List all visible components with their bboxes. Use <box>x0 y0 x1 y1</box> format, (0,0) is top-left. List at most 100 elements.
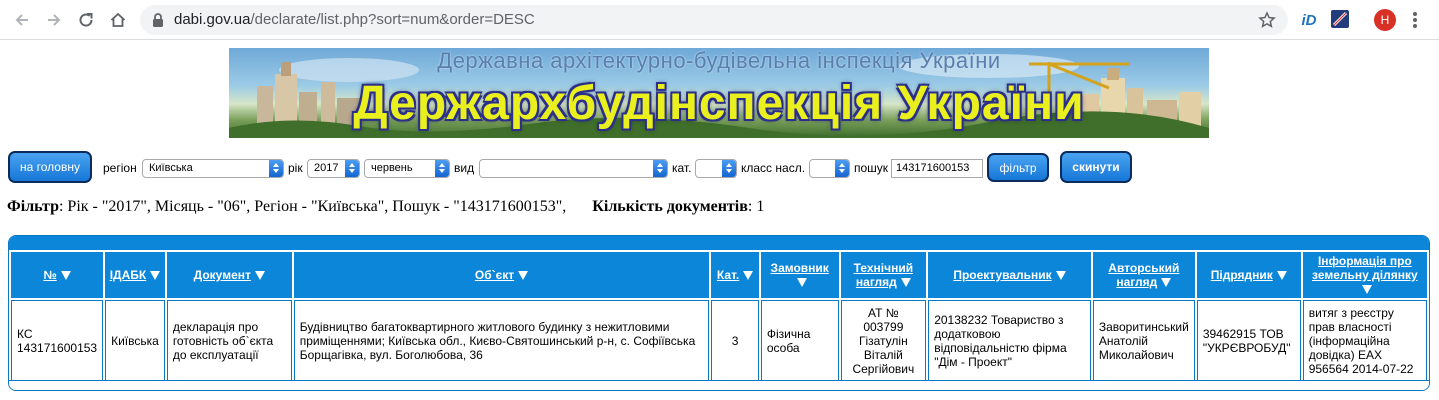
reload-icon <box>79 13 93 27</box>
home-button[interactable] <box>106 8 130 32</box>
table-bottom-bar <box>9 380 1429 390</box>
search-label: пошук <box>854 161 889 175</box>
search-input[interactable]: 143171600153 <box>891 159 983 178</box>
column-header-label[interactable]: Об`єкт <box>475 268 514 282</box>
filter-summary-label: Фільтр <box>7 198 59 215</box>
column-header-label[interactable]: Документ <box>194 268 251 282</box>
reload-button[interactable] <box>74 8 98 32</box>
column-header-document[interactable]: Документ <box>166 252 292 298</box>
banner-title: Держархбудінспекція України <box>353 77 1085 130</box>
table-top-bar <box>9 236 1429 250</box>
category-select[interactable] <box>695 159 737 178</box>
column-header-land-info[interactable]: Інформація про земельну ділянку <box>1302 252 1427 298</box>
chevron-updown-icon <box>835 160 849 177</box>
month-select-value: червень <box>371 162 413 174</box>
column-header-label[interactable]: Проектувальник <box>953 268 1051 282</box>
year-label: рік <box>288 161 303 175</box>
back-button[interactable] <box>10 8 34 32</box>
arrow-right-icon <box>48 14 61 26</box>
category-label: кат. <box>672 161 692 175</box>
arrow-left-icon <box>15 14 28 26</box>
sort-down-icon[interactable] <box>1055 271 1066 281</box>
region-label: регіон <box>103 161 137 175</box>
cell-contractor: 39462915 ТОВ "УКРЄВРОБУД" <box>1196 300 1301 382</box>
year-select[interactable]: 2017 <box>307 159 360 178</box>
filter-summary-text: : Рік - "2017", Місяць - "06", Регіон - … <box>58 198 567 215</box>
url-path: /declarate/list.php?sort=num&order=DESC <box>250 11 535 28</box>
sort-down-icon[interactable] <box>796 278 807 288</box>
region-select-value: Київська <box>149 162 193 174</box>
home-page-button[interactable]: на головну <box>8 151 92 183</box>
class-select[interactable] <box>809 159 850 178</box>
column-header-author-supervision[interactable]: Авторський нагляд <box>1092 252 1195 298</box>
sort-down-icon[interactable] <box>900 278 911 288</box>
forward-button[interactable] <box>42 8 66 32</box>
banner-subtitle: Державна архітектурно-будівельна інспекц… <box>437 48 1001 73</box>
declarations-table: № ІДАБК Документ Об`єкт Кат. Замовник Те… <box>9 250 1429 384</box>
cell-object: Будівництво багатоквартирного житлового … <box>293 300 710 382</box>
sort-down-icon[interactable] <box>254 271 265 281</box>
column-header-designer[interactable]: Проектувальник <box>928 252 1091 298</box>
chevron-updown-icon <box>653 160 667 177</box>
extension-id-label: iD <box>1301 11 1317 29</box>
cell-technical-supervision: АТ № 003799 Гізатулін Віталій Сергійович <box>840 300 927 382</box>
column-header-technical-supervision[interactable]: Технічний нагляд <box>840 252 927 298</box>
year-select-value: 2017 <box>314 162 339 174</box>
star-icon[interactable] <box>1258 11 1276 29</box>
sort-down-icon[interactable] <box>150 271 161 281</box>
column-header-label[interactable]: № <box>43 268 56 282</box>
profile-avatar[interactable]: H <box>1374 9 1396 31</box>
cell-author-supervision: Заворитинський Анатолій Миколайович <box>1092 300 1195 382</box>
column-header-label[interactable]: ІДАБК <box>110 268 147 282</box>
column-header-label[interactable]: Інформація про земельну ділянку <box>1312 254 1418 282</box>
sort-down-icon[interactable] <box>743 271 754 281</box>
cell-land-info: витяг з реєстру прав власності (інформац… <box>1302 300 1427 382</box>
chevron-updown-icon <box>722 160 736 177</box>
class-label: класс насл. <box>741 161 806 175</box>
chevron-updown-icon <box>345 160 359 177</box>
type-select[interactable] <box>479 159 668 178</box>
sort-down-icon[interactable] <box>518 271 529 281</box>
month-select[interactable]: червень <box>364 159 450 178</box>
cell-category: 3 <box>711 300 759 382</box>
sort-down-icon[interactable] <box>1361 285 1372 295</box>
menu-dots-icon[interactable] <box>1412 11 1418 29</box>
url-domain: dabi.gov.ua <box>174 11 251 28</box>
sort-down-icon[interactable] <box>1161 278 1172 288</box>
extension-flag-icon[interactable] <box>1331 10 1349 28</box>
lock-icon <box>153 13 163 27</box>
table-header-row: № ІДАБК Документ Об`єкт Кат. Замовник Те… <box>11 252 1427 298</box>
site-banner: Державна архітектурно-будівельна інспекц… <box>229 48 1209 138</box>
region-select[interactable]: Київська <box>142 159 284 178</box>
home-icon <box>110 12 126 27</box>
column-header-object[interactable]: Об`єкт <box>293 252 710 298</box>
reset-button[interactable]: скинути <box>1060 151 1132 183</box>
declarations-table-container: № ІДАБК Документ Об`єкт Кат. Замовник Те… <box>8 235 1430 391</box>
sort-down-icon[interactable] <box>1276 271 1287 281</box>
cell-customer: Фізична особа <box>760 300 839 382</box>
flag-icon <box>1332 11 1348 27</box>
sort-down-icon[interactable] <box>60 271 71 281</box>
cell-idabk: Київська <box>105 300 165 382</box>
document-count-value: : 1 <box>747 198 765 215</box>
column-header-category[interactable]: Кат. <box>711 252 759 298</box>
column-header-customer[interactable]: Замовник <box>760 252 839 298</box>
address-bar[interactable]: dabi.gov.ua/declarate/list.php?sort=num&… <box>140 5 1288 35</box>
column-header-contractor[interactable]: Підрядник <box>1196 252 1301 298</box>
cell-designer: 20138232 Товариство з додатковою відпові… <box>928 300 1091 382</box>
column-header-number[interactable]: № <box>11 252 104 298</box>
address-url: dabi.gov.ua/declarate/list.php?sort=num&… <box>174 5 535 35</box>
column-header-label[interactable]: Кат. <box>717 268 739 282</box>
table-row: КС 143171600153 Київська декларація про … <box>11 300 1427 382</box>
avatar-letter: H <box>1380 13 1390 27</box>
chevron-updown-icon <box>435 160 449 177</box>
extension-id-icon[interactable]: iD <box>1298 10 1320 30</box>
column-header-label[interactable]: Замовник <box>771 261 829 275</box>
filter-summary: Фільтр: Рік - "2017", Місяць - "06", Рег… <box>7 198 764 216</box>
type-label: вид <box>454 161 475 175</box>
column-header-idabk[interactable]: ІДАБК <box>105 252 165 298</box>
filter-button[interactable]: фільтр <box>987 153 1049 182</box>
cell-number: КС 143171600153 <box>11 300 104 382</box>
column-header-label[interactable]: Підрядник <box>1211 268 1273 282</box>
chevron-updown-icon <box>269 160 283 177</box>
